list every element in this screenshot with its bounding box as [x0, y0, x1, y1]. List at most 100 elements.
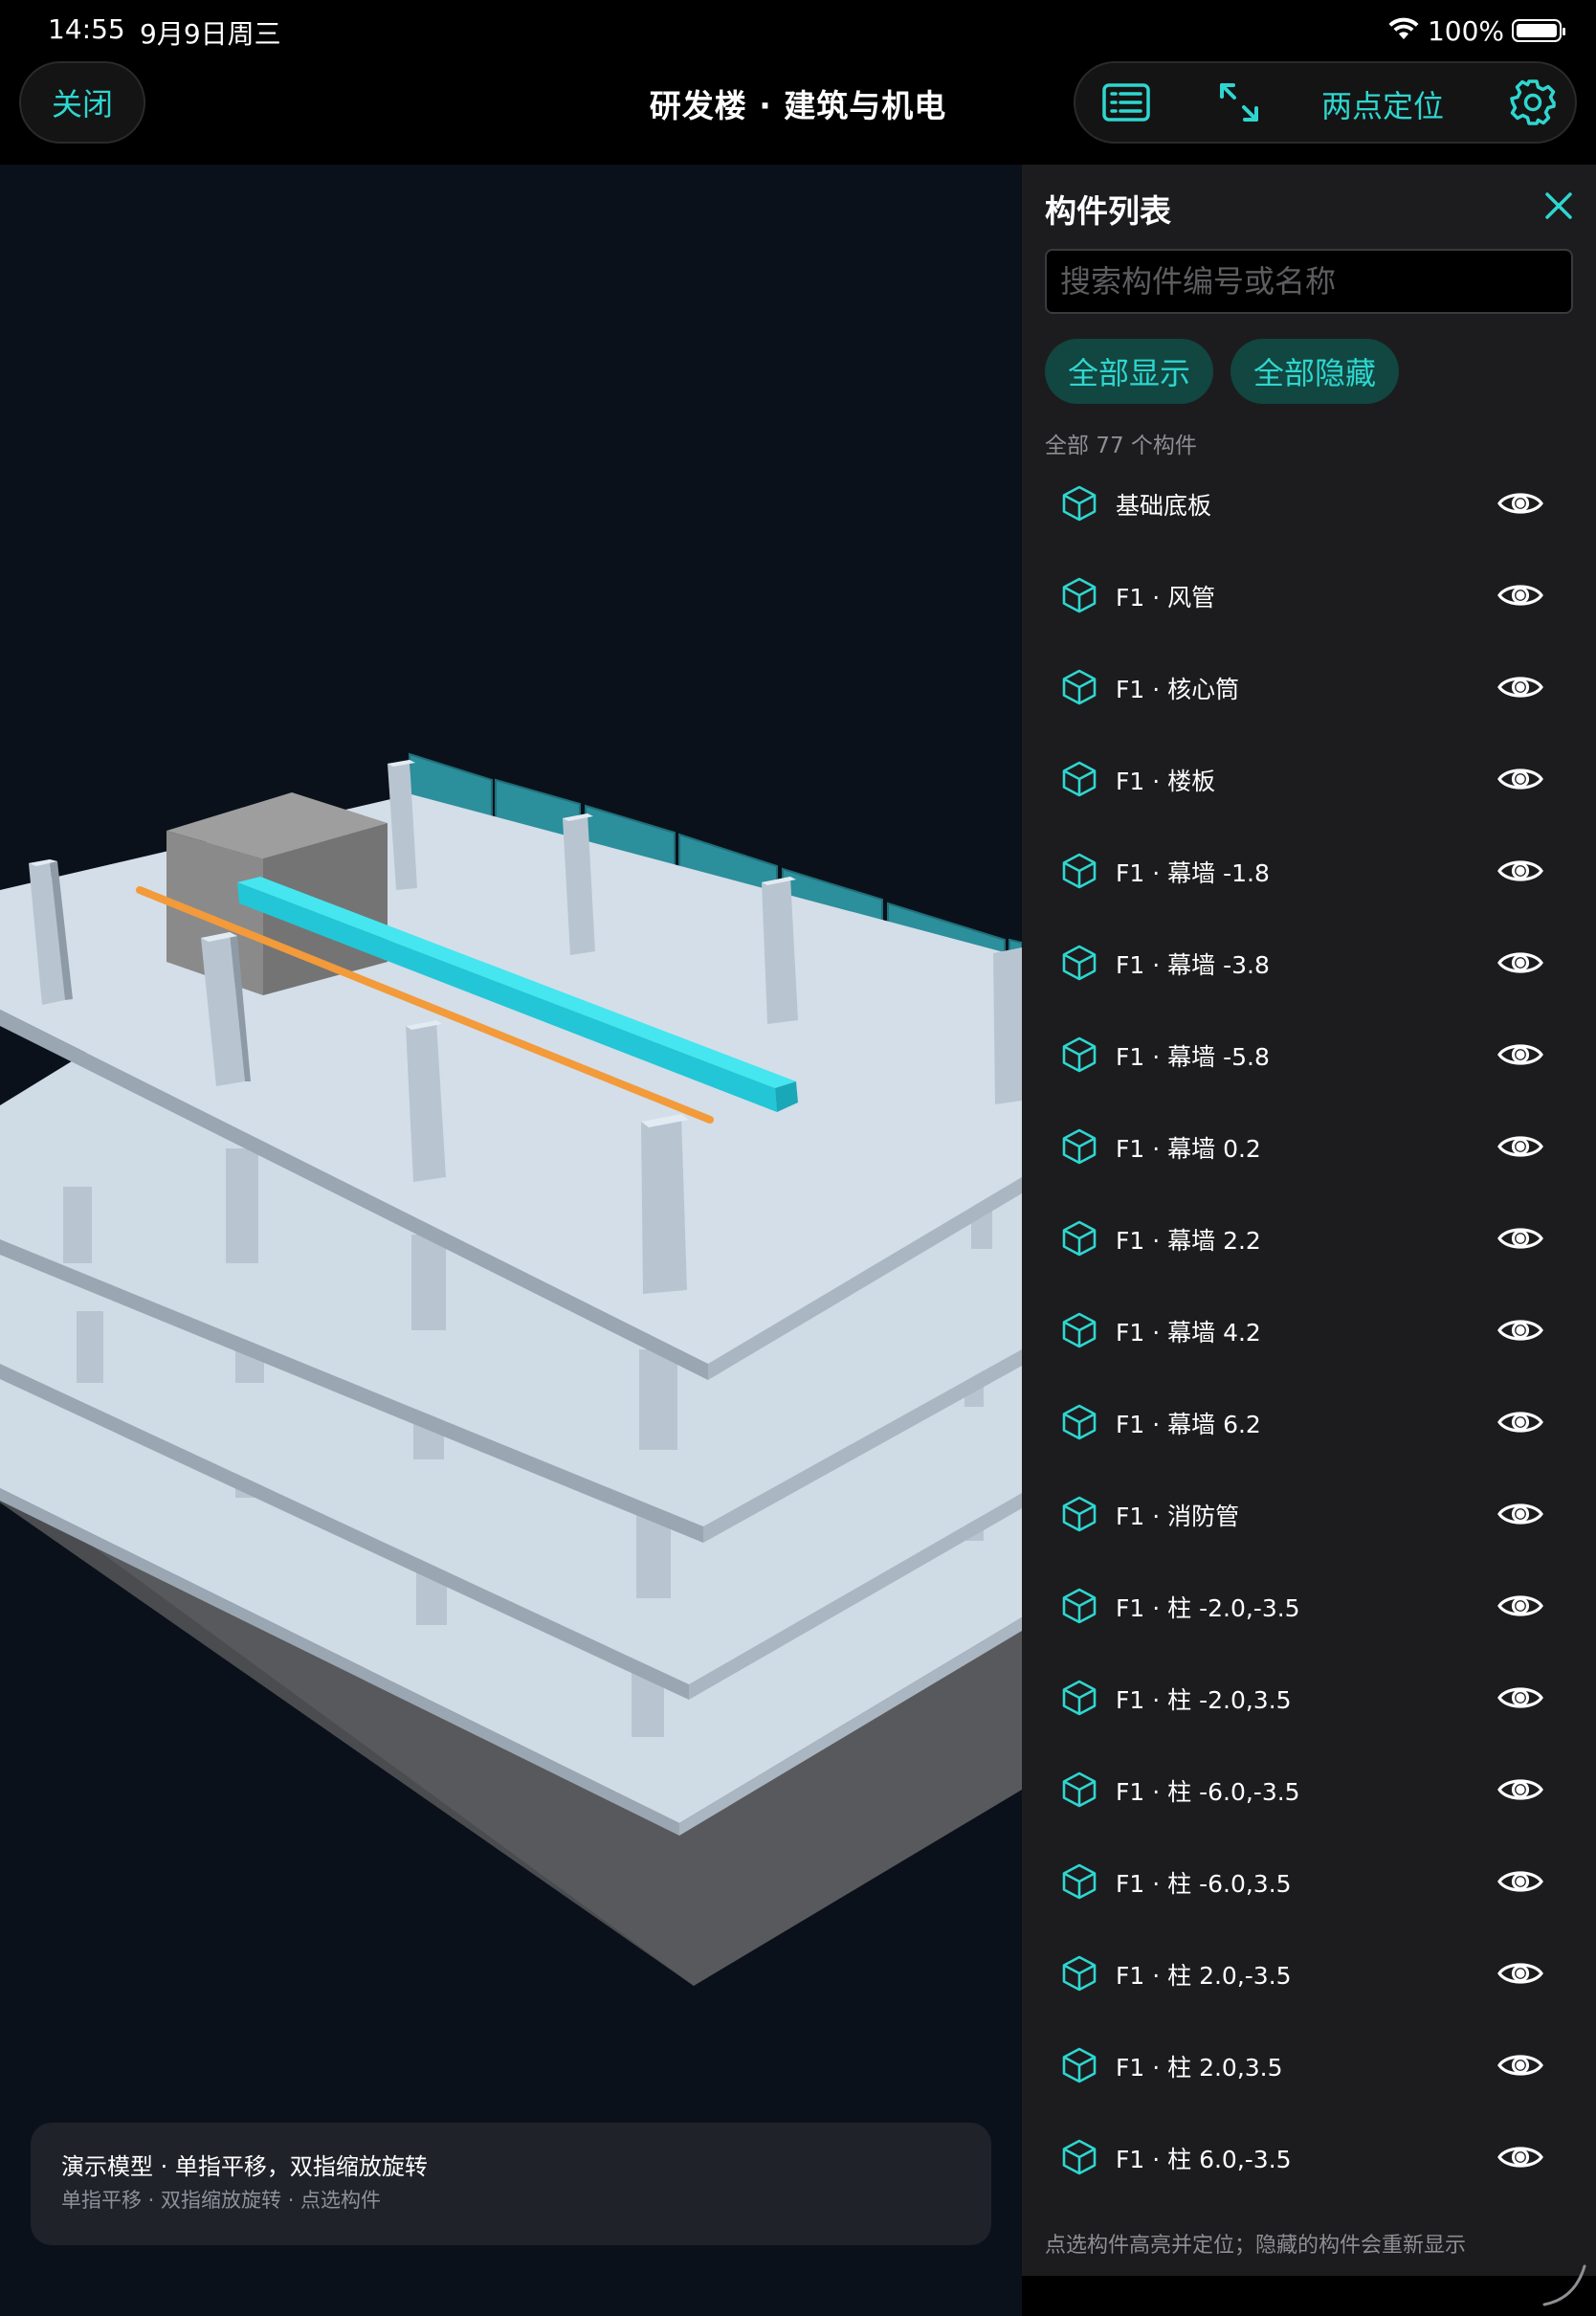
list-item-label: F1 · 幕墙 -3.8: [1116, 951, 1270, 979]
cube-icon: [1060, 1862, 1098, 1901]
list-item-label: F1 · 幕墙 -1.8: [1116, 859, 1270, 887]
list-item[interactable]: F1 · 幕墙 -3.8: [1022, 917, 1596, 1009]
battery-percent: 100%: [1427, 14, 1504, 47]
list-item-label: F1 · 柱 -6.0,3.5: [1116, 1870, 1292, 1898]
list-item-label: F1 · 柱 2.0,-3.5: [1116, 1962, 1292, 1990]
list-item[interactable]: F1 · 柱 2.0,3.5: [1022, 2019, 1596, 2111]
cube-icon: [1060, 1770, 1098, 1809]
visibility-buttons: 全部显示 全部隐藏: [1045, 339, 1400, 404]
toolbar: 两点定位: [1074, 61, 1577, 144]
list-item-label: F1 · 柱 -2.0,-3.5: [1116, 1594, 1300, 1622]
eye-icon[interactable]: [1496, 574, 1544, 616]
list-item[interactable]: F1 · 柱 -2.0,-3.5: [1022, 1560, 1596, 1652]
cube-icon: [1060, 484, 1098, 523]
hint-subtitle: 单指平移 · 双指缩放旋转 · 点选构件: [61, 2189, 382, 2212]
list-item[interactable]: F1 · 柱 -6.0,3.5: [1022, 1836, 1596, 1927]
cube-icon: [1060, 668, 1098, 706]
panel-close-button[interactable]: [1537, 186, 1581, 230]
expand-icon: [1217, 80, 1261, 128]
model-viewport[interactable]: 演示模型 · 单指平移，双指缩放旋转 单指平移 · 双指缩放旋转 · 点选构件: [0, 165, 1022, 2316]
cube-icon: [1060, 576, 1098, 614]
top-bar: 关闭 研发楼 · 建筑与机电 两点定位: [0, 61, 1596, 165]
status-date: 9月9日周三: [140, 18, 281, 50]
eye-icon[interactable]: [1496, 758, 1544, 800]
settings-button[interactable]: [1496, 63, 1569, 145]
list-item-label: 基础底板: [1116, 492, 1212, 520]
cube-icon: [1060, 2046, 1098, 2084]
list-item[interactable]: F1 · 幕墙 -5.8: [1022, 1009, 1596, 1101]
list-icon: [1101, 82, 1151, 126]
eye-icon[interactable]: [1496, 1034, 1544, 1076]
close-button[interactable]: 关闭: [19, 61, 145, 144]
list-item-label: F1 · 柱 -6.0,-3.5: [1116, 1778, 1300, 1806]
cube-icon: [1060, 1127, 1098, 1166]
list-item[interactable]: F1 · 楼板: [1022, 733, 1596, 825]
list-item-label: F1 · 幕墙 -5.8: [1116, 1043, 1270, 1071]
gear-icon: [1509, 78, 1557, 130]
list-item[interactable]: F1 · 消防管: [1022, 1468, 1596, 1560]
hint-card: 演示模型 · 单指平移，双指缩放旋转 单指平移 · 双指缩放旋转 · 点选构件: [31, 2123, 991, 2245]
eye-icon[interactable]: [1496, 2136, 1544, 2178]
cube-icon: [1060, 1311, 1098, 1349]
list-item-label: F1 · 柱 6.0,-3.5: [1116, 2146, 1292, 2173]
eye-icon[interactable]: [1496, 1217, 1544, 1259]
list-item[interactable]: F1 · 柱 6.0,-3.5: [1022, 2111, 1596, 2203]
eye-icon[interactable]: [1496, 1677, 1544, 1719]
cube-icon: [1060, 1036, 1098, 1074]
eye-icon[interactable]: [1496, 1769, 1544, 1811]
cube-icon: [1060, 852, 1098, 890]
hide-all-button[interactable]: 全部隐藏: [1230, 339, 1400, 404]
eye-icon[interactable]: [1496, 1860, 1544, 1903]
show-all-button[interactable]: 全部显示: [1045, 339, 1214, 404]
cube-icon: [1060, 1495, 1098, 1533]
eye-icon[interactable]: [1496, 1952, 1544, 1994]
cube-icon: [1060, 1403, 1098, 1441]
list-item[interactable]: 基础底板: [1022, 457, 1596, 549]
two-point-locate-button[interactable]: 两点定位: [1301, 63, 1464, 145]
eye-icon[interactable]: [1496, 666, 1544, 708]
eye-icon[interactable]: [1496, 1493, 1544, 1535]
cube-icon: [1060, 1954, 1098, 1993]
list-item[interactable]: F1 · 柱 2.0,-3.5: [1022, 1927, 1596, 2019]
fullscreen-button[interactable]: [1208, 63, 1271, 145]
status-time: 14:55: [48, 13, 125, 45]
list-item[interactable]: F1 · 幕墙 2.2: [1022, 1192, 1596, 1284]
list-item[interactable]: F1 · 柱 -6.0,-3.5: [1022, 1744, 1596, 1836]
component-count: 全部 77 个构件: [1045, 434, 1197, 458]
list-item[interactable]: F1 · 柱 -2.0,3.5: [1022, 1652, 1596, 1744]
list-item[interactable]: F1 · 幕墙 0.2: [1022, 1101, 1596, 1192]
close-icon: [1544, 191, 1573, 224]
eye-icon[interactable]: [1496, 1585, 1544, 1627]
eye-icon[interactable]: [1496, 1125, 1544, 1168]
eye-icon[interactable]: [1496, 2044, 1544, 2086]
list-item-label: F1 · 幕墙 0.2: [1116, 1135, 1261, 1163]
list-item[interactable]: F1 · 风管: [1022, 549, 1596, 641]
eye-icon[interactable]: [1496, 850, 1544, 892]
battery-icon: [1512, 19, 1565, 42]
list-item[interactable]: F1 · 幕墙 4.2: [1022, 1284, 1596, 1376]
component-list-button[interactable]: [1095, 63, 1158, 145]
eye-icon[interactable]: [1496, 1309, 1544, 1351]
list-item[interactable]: F1 · 幕墙 -1.8: [1022, 825, 1596, 917]
list-item-label: F1 · 柱 -2.0,3.5: [1116, 1686, 1292, 1714]
cube-icon: [1060, 1219, 1098, 1258]
resize-handle[interactable]: [1541, 2260, 1588, 2308]
list-item-label: F1 · 核心筒: [1116, 676, 1240, 703]
list-item-label: F1 · 楼板: [1116, 768, 1216, 795]
eye-icon[interactable]: [1496, 1401, 1544, 1443]
list-item-label: F1 · 风管: [1116, 584, 1216, 612]
eye-icon[interactable]: [1496, 942, 1544, 984]
status-bar: 14:55 9月9日周三 100%: [0, 0, 1596, 61]
building-model[interactable]: [0, 165, 1022, 2316]
hint-title: 演示模型 · 单指平移，双指缩放旋转: [61, 2153, 428, 2180]
list-item[interactable]: F1 · 幕墙 6.2: [1022, 1376, 1596, 1468]
eye-icon[interactable]: [1496, 482, 1544, 524]
list-item[interactable]: F1 · 核心筒: [1022, 641, 1596, 733]
cube-icon: [1060, 944, 1098, 982]
cube-icon: [1060, 1679, 1098, 1717]
cube-icon: [1060, 760, 1098, 798]
panel-title: 构件列表: [1045, 192, 1171, 230]
search-input[interactable]: [1045, 249, 1573, 314]
cube-icon: [1060, 1587, 1098, 1625]
list-item-label: F1 · 幕墙 2.2: [1116, 1227, 1261, 1255]
